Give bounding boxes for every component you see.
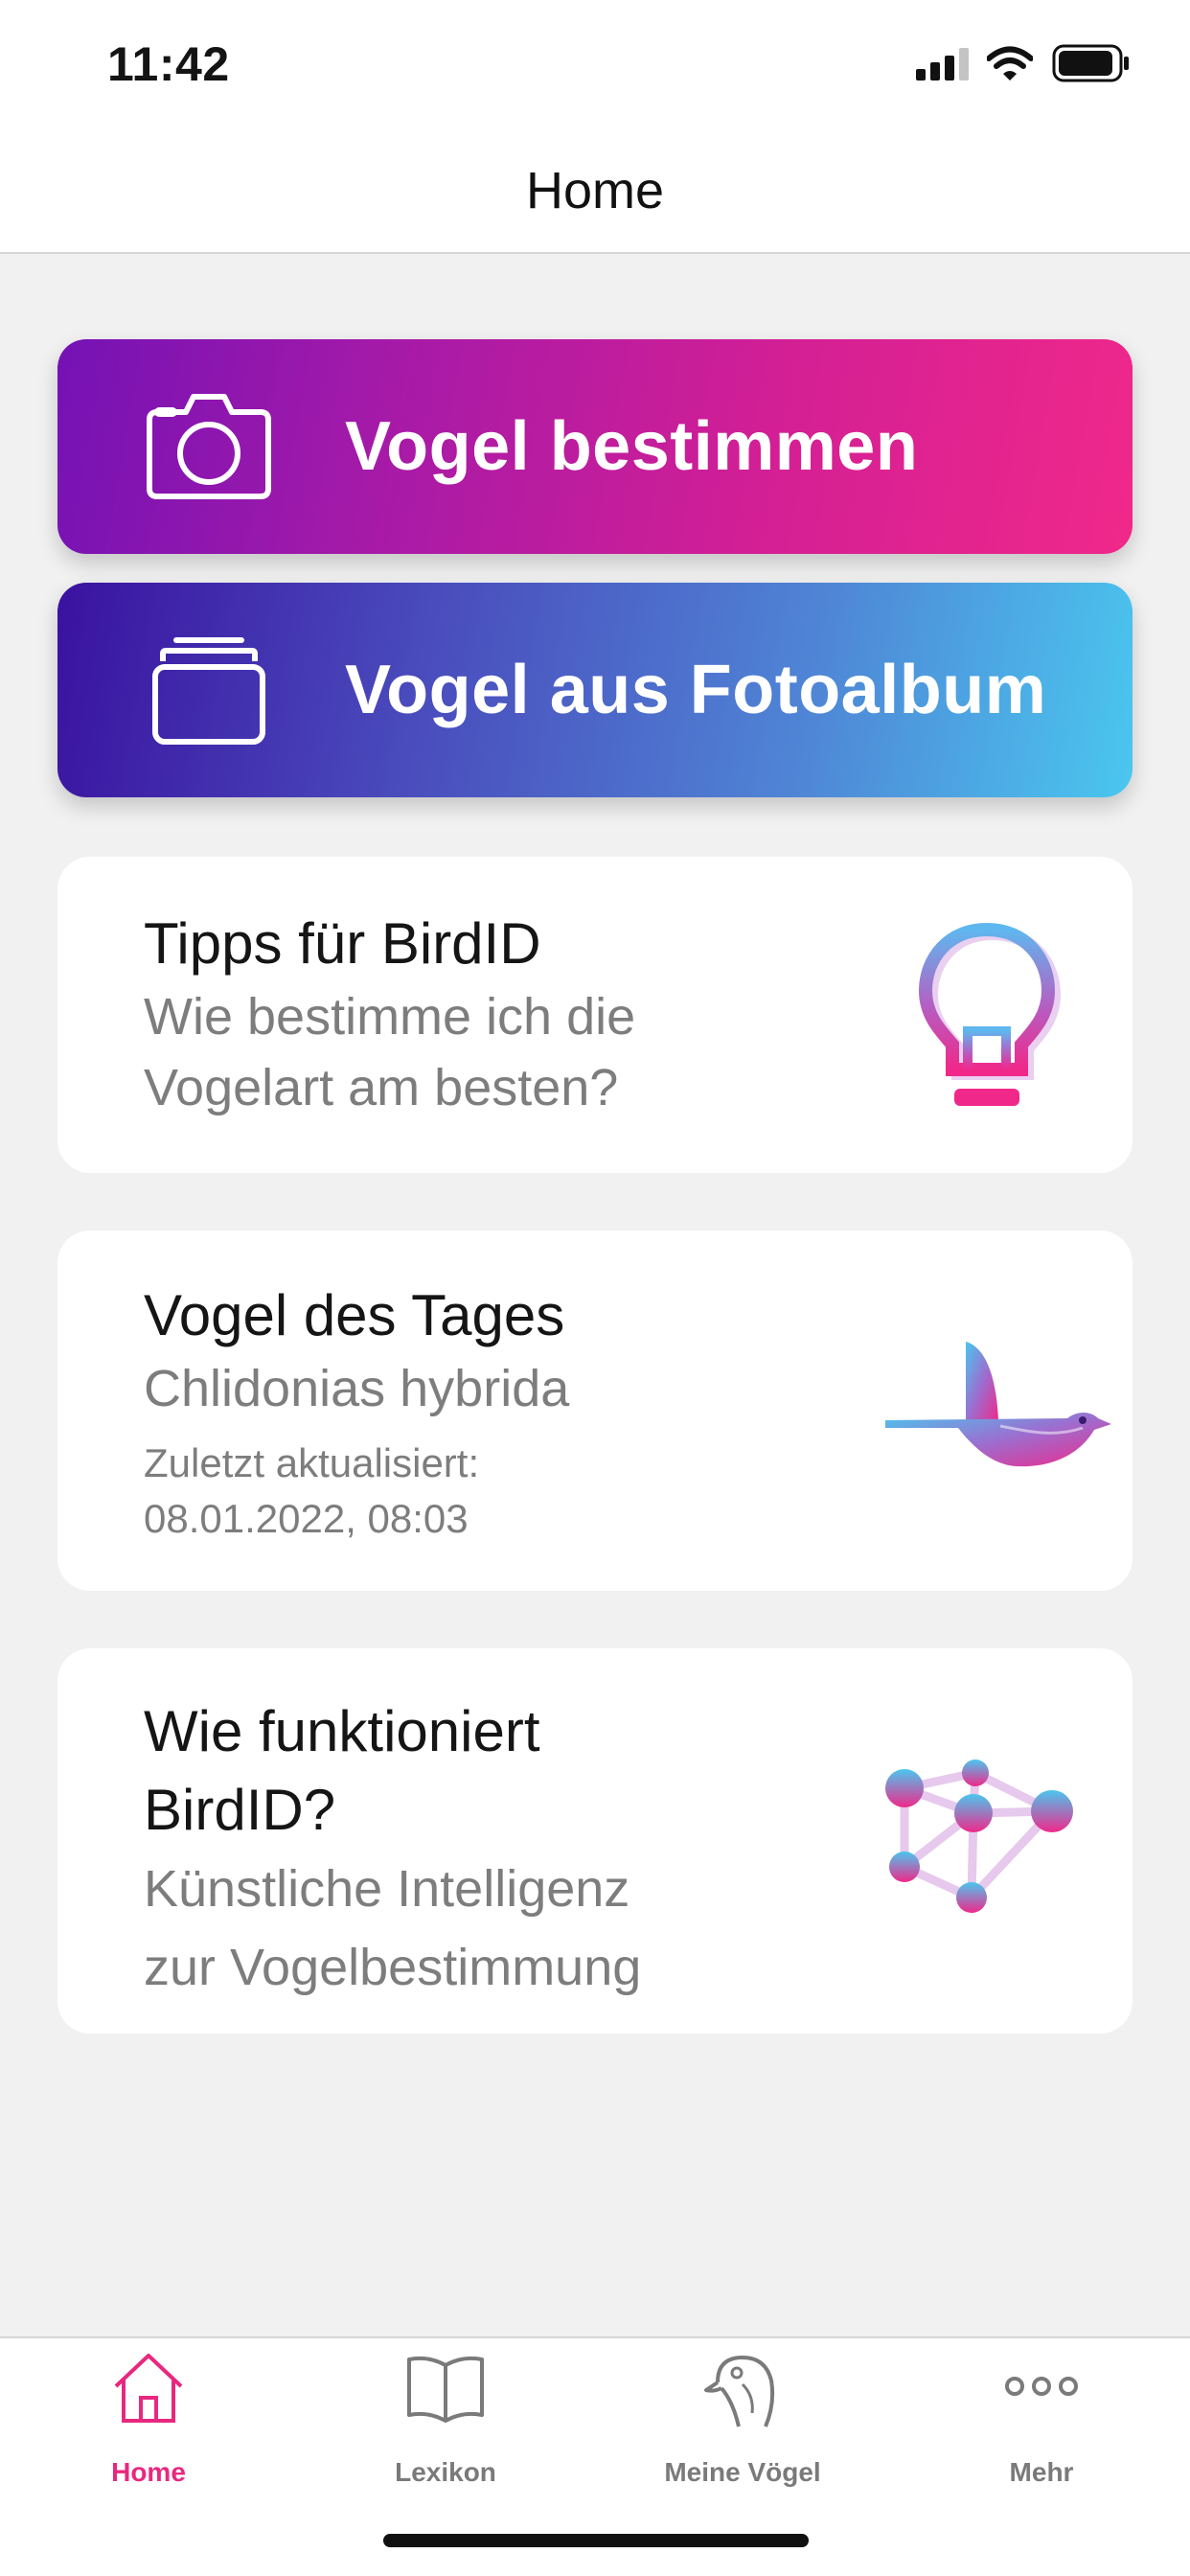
last-updated-label: Zuletzt aktualisiert: <box>144 1440 480 1485</box>
identify-bird-button[interactable]: Vogel bestimmen <box>57 339 1133 554</box>
status-time: 11:42 <box>107 37 230 91</box>
bird-of-the-day-text: Vogel des Tages Chlidonias hybrida Zulet… <box>144 1278 872 1547</box>
home-screen: 11:42 Home Vogel bestimmen Vogel aus Fot… <box>0 0 1190 2576</box>
tab-home[interactable]: Home <box>0 2338 297 2501</box>
tab-my-birds-label: Meine Vögel <box>664 2457 821 2487</box>
tips-card[interactable]: Tipps für BirdID Wie bestimme ich die Vo… <box>57 857 1133 1173</box>
more-dots-icon <box>1005 2377 1078 2396</box>
camera-icon <box>147 394 271 499</box>
tab-lexikon[interactable]: Lexikon <box>297 2338 594 2501</box>
navigation-bar: Home <box>0 134 1190 254</box>
tab-lexikon-label: Lexikon <box>395 2457 496 2487</box>
bird-species-name: Chlidonias hybrida <box>144 1360 570 1417</box>
neural-network-icon <box>885 1760 1073 1913</box>
wifi-icon <box>987 46 1033 80</box>
tips-card-text: Tipps für BirdID Wie bestimme ich die Vo… <box>144 907 872 1123</box>
status-bar: 11:42 <box>0 0 1190 134</box>
tab-home-label: Home <box>111 2457 186 2487</box>
how-it-works-text: Wie funktioniert BirdID? Künstliche Inte… <box>144 1692 738 2007</box>
battery-icon <box>1052 44 1129 82</box>
bird-of-the-day-card[interactable]: Vogel des Tages Chlidonias hybrida Zulet… <box>57 1230 1133 1591</box>
cellular-signal-icon <box>916 48 969 80</box>
how-it-works-card[interactable]: Wie funktioniert BirdID? Künstliche Inte… <box>57 1648 1133 2034</box>
tab-my-birds[interactable]: Meine Vögel <box>594 2338 891 2501</box>
tab-more[interactable]: Mehr <box>893 2338 1190 2501</box>
photo-album-button[interactable]: Vogel aus Fotoalbum <box>57 583 1133 797</box>
last-updated-value: 08.01.2022, 08:03 <box>144 1496 469 1541</box>
how-it-works-title: Wie funktioniert BirdID? <box>144 1699 540 1842</box>
flying-bird-icon <box>885 1342 1111 1467</box>
bird-of-the-day-title: Vogel des Tages <box>144 1283 565 1347</box>
lightbulb-icon <box>918 922 1062 1106</box>
tab-more-label: Mehr <box>1009 2457 1074 2487</box>
book-icon <box>407 2356 484 2423</box>
page-title: Home <box>525 162 665 219</box>
photo-album-label: Vogel aus Fotoalbum <box>345 652 1047 728</box>
house-icon <box>114 2354 183 2423</box>
home-indicator[interactable] <box>383 2534 809 2547</box>
bird-head-icon <box>704 2355 775 2427</box>
how-it-works-subtitle: Künstliche Intelligenz zur Vogelbestimmu… <box>144 1860 642 1996</box>
tips-card-subtitle: Wie bestimme ich die Vogelart am besten? <box>144 988 636 1116</box>
identify-bird-label: Vogel bestimmen <box>345 408 919 485</box>
photo-stack-icon <box>152 637 265 745</box>
tips-card-title: Tipps für BirdID <box>144 911 541 976</box>
